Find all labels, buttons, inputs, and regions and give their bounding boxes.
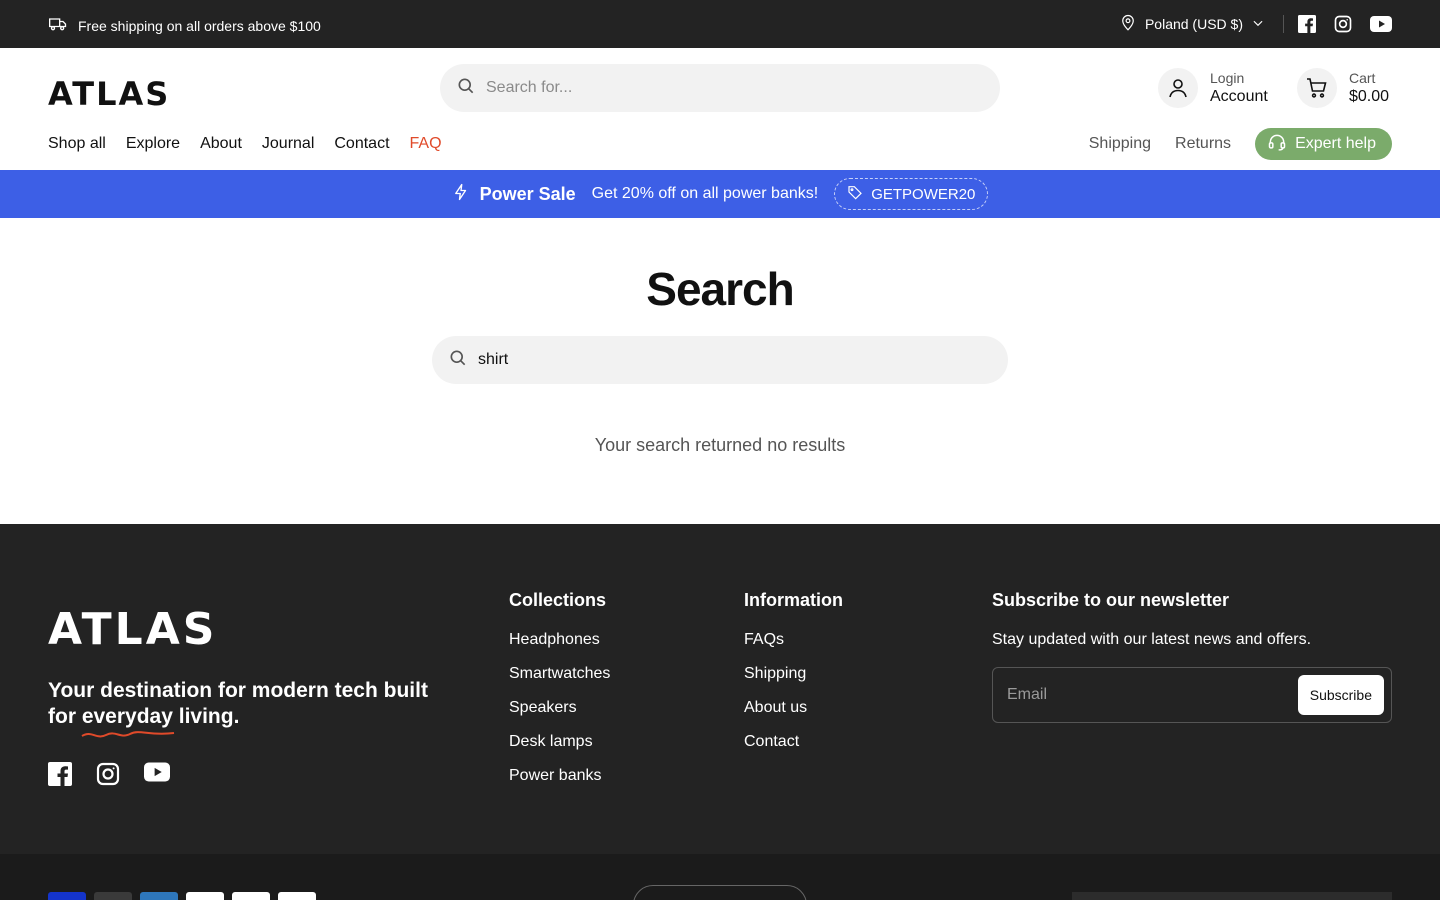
diners-icon <box>232 892 270 900</box>
footer-link-power-banks[interactable]: Power banks <box>509 767 610 801</box>
footer-tagline: Your destination for modern tech built f… <box>48 678 448 738</box>
nav-item-shipping[interactable]: Shipping <box>1089 135 1151 153</box>
promo-message: Get 20% off on all power banks! <box>591 185 819 202</box>
footer-link-speakers[interactable]: Speakers <box>509 699 610 733</box>
promo-code: GETPOWER20 <box>871 185 976 203</box>
newsletter: Subscribe to our newsletter Stay updated… <box>992 590 1392 723</box>
nav-item-contact[interactable]: Contact <box>334 135 389 153</box>
search-icon <box>448 348 468 373</box>
account-login-label: Login <box>1210 70 1245 86</box>
promo-code-button[interactable]: GETPOWER20 <box>834 178 989 210</box>
tag-icon <box>847 184 863 204</box>
instagram-icon[interactable] <box>96 762 120 791</box>
promo-banner: Power Sale Get 20% off on all power bank… <box>0 170 1440 218</box>
squiggle-underline-icon <box>81 731 174 738</box>
discover-icon <box>278 892 316 900</box>
cart-link[interactable]: Cart $0.00 <box>1297 68 1389 108</box>
collections-heading: Collections <box>509 590 607 610</box>
divider <box>1283 15 1284 33</box>
cart-label: Cart <box>1349 70 1376 86</box>
footer-link-headphones[interactable]: Headphones <box>509 631 610 665</box>
instagram-icon[interactable] <box>1334 15 1352 33</box>
expert-help-label: Expert help <box>1295 135 1376 152</box>
secondary-nav: Shipping Returns Expert help <box>1089 128 1392 160</box>
page-title: Search <box>646 263 794 315</box>
newsletter-text: Stay updated with our latest news and of… <box>992 631 1312 648</box>
footer-link-shipping[interactable]: Shipping <box>744 665 843 699</box>
tagline-text-end: living. <box>172 705 240 728</box>
nav-item-about[interactable]: About <box>200 135 242 153</box>
lightning-icon <box>452 182 470 207</box>
account-link[interactable]: Login Account <box>1158 68 1268 108</box>
footer-link-contact[interactable]: Contact <box>744 733 843 767</box>
footer-logo[interactable]: ATLAS <box>48 604 217 655</box>
nav-item-faq[interactable]: FAQ <box>410 135 442 153</box>
footer-collections: Collections Headphones Smartwatches Spea… <box>509 590 610 801</box>
cart-icon <box>1297 68 1337 108</box>
facebook-icon[interactable] <box>48 762 72 791</box>
expert-help-button[interactable]: Expert help <box>1255 128 1392 160</box>
footer: ATLAS Your destination for modern tech b… <box>0 524 1440 854</box>
footer-social <box>48 762 170 791</box>
mastercard-icon <box>94 892 132 900</box>
search-icon <box>456 76 476 101</box>
newsletter-form: Subscribe <box>992 667 1392 723</box>
user-icon <box>1158 68 1198 108</box>
headset-icon <box>1267 132 1287 157</box>
header-search-input[interactable] <box>486 79 946 97</box>
announcement-bar: Free shipping on all orders above $100 P… <box>0 0 1440 48</box>
footer-link-desk-lamps[interactable]: Desk lamps <box>509 733 610 767</box>
nav-item-explore[interactable]: Explore <box>126 135 180 153</box>
payment-icons <box>48 892 316 900</box>
footer-link-smartwatches[interactable]: Smartwatches <box>509 665 610 699</box>
location-pin-icon <box>1119 14 1137 35</box>
footer-information: Information FAQs Shipping About us Conta… <box>744 590 843 767</box>
search-form[interactable] <box>432 336 1008 384</box>
tagline-emphasis: everyday <box>81 705 173 728</box>
header-search[interactable] <box>440 64 1000 112</box>
nav-item-returns[interactable]: Returns <box>1175 135 1231 153</box>
footer-link-faqs[interactable]: FAQs <box>744 631 843 665</box>
paypal-icon <box>186 892 224 900</box>
copyright <box>1072 892 1392 900</box>
subscribe-button[interactable]: Subscribe <box>1297 675 1384 715</box>
footer-link-about-us[interactable]: About us <box>744 699 843 733</box>
youtube-icon[interactable] <box>144 762 170 791</box>
shipping-text: Free shipping on all orders above $100 <box>78 17 321 34</box>
email-field[interactable] <box>1007 686 1298 704</box>
no-results-message: Your search returned no results <box>594 435 846 455</box>
newsletter-heading: Subscribe to our newsletter <box>992 590 1230 610</box>
visa-icon <box>48 892 86 900</box>
nav-item-shop-all[interactable]: Shop all <box>48 135 106 153</box>
country-selector[interactable]: Poland (USD $) <box>1119 14 1265 35</box>
search-input[interactable] <box>478 351 978 369</box>
site-logo[interactable]: ATLAS <box>48 75 170 113</box>
account-label: Account <box>1210 88 1268 105</box>
main-nav: Shop all Explore About Journal Contact F… <box>48 135 442 153</box>
shipping-notice: Free shipping on all orders above $100 <box>48 14 321 37</box>
footer-country-selector[interactable] <box>633 885 807 900</box>
facebook-icon[interactable] <box>1298 15 1316 33</box>
information-heading: Information <box>744 590 843 610</box>
cart-total: $0.00 <box>1349 88 1390 105</box>
nav-item-journal[interactable]: Journal <box>262 135 314 153</box>
truck-icon <box>48 14 68 37</box>
promo-title: Power Sale <box>479 183 576 204</box>
footer-bottom-bar <box>0 854 1440 900</box>
amex-icon <box>140 892 178 900</box>
country-label: Poland (USD $) <box>1144 16 1243 32</box>
chevron-down-icon <box>1251 16 1265 33</box>
youtube-icon[interactable] <box>1370 16 1392 32</box>
